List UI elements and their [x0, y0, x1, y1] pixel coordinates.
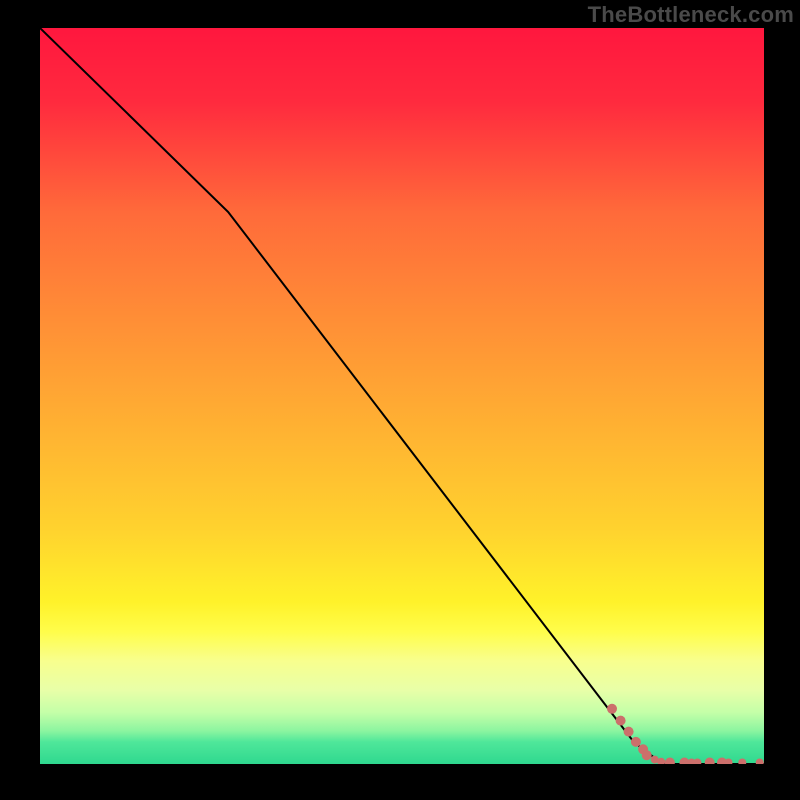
- chart-container: TheBottleneck.com: [0, 0, 800, 800]
- gradient-background: [40, 28, 764, 764]
- watermark-text: TheBottleneck.com: [588, 2, 794, 28]
- plot-area: [40, 28, 764, 764]
